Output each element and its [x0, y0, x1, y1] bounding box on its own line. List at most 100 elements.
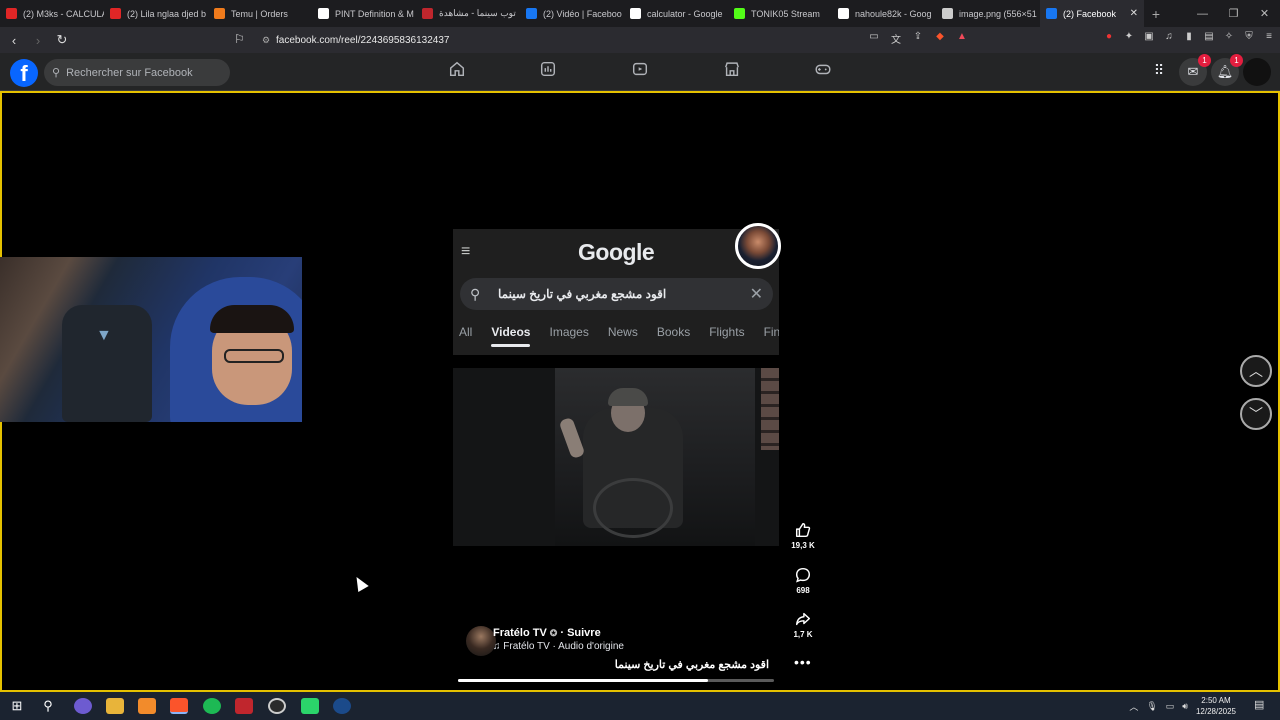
- rewards-icon[interactable]: ▲: [954, 31, 970, 46]
- kick-icon[interactable]: [301, 698, 319, 714]
- video-progress-bar[interactable]: [458, 679, 774, 682]
- obs-icon[interactable]: [74, 698, 92, 714]
- volume-icon[interactable]: 🔊︎: [1182, 701, 1188, 712]
- recorder-icon[interactable]: [268, 698, 286, 714]
- profile-avatar[interactable]: [1243, 58, 1271, 86]
- tray-chevron-icon[interactable]: ︿: [1129, 700, 1138, 713]
- nav-video-icon[interactable]: [628, 60, 652, 84]
- clock-date: 12/28/2025: [1195, 707, 1236, 716]
- spotify-icon[interactable]: [203, 698, 221, 714]
- windows-start-icon[interactable]: ⊞: [8, 698, 26, 714]
- like-count: 19,3 K: [791, 541, 815, 550]
- browser-tab[interactable]: Temu | Orders: [208, 0, 312, 27]
- translate-icon[interactable]: 文: [888, 31, 904, 46]
- browser-tab[interactable]: توب سينما - مشاهدة: [416, 0, 520, 27]
- tab-favicon-icon: [526, 8, 537, 19]
- tab-title: TONIK05 Stream: [751, 8, 820, 19]
- share-icon[interactable]: ⇪: [910, 31, 926, 46]
- browser-tab[interactable]: (2) Facebook ✕: [1040, 0, 1144, 27]
- steam-icon[interactable]: [333, 698, 351, 714]
- next-reel-button[interactable]: ﹀: [1240, 398, 1272, 430]
- tab-title: (2) Vidéo | Faceboo: [543, 8, 622, 19]
- google-avatar: [735, 223, 781, 269]
- file-explorer-icon[interactable]: [106, 698, 124, 714]
- reel-video[interactable]: ≡ Google ⚲ اقود مشجع مغربي في تاريخ سينم…: [453, 223, 781, 684]
- streamer-hair: [210, 305, 294, 333]
- minimize-icon[interactable]: —: [1187, 8, 1218, 20]
- site-info-icon[interactable]: ⚙: [256, 35, 276, 46]
- taskbar-search-icon[interactable]: ⚲: [39, 698, 57, 714]
- record-icon[interactable]: ●: [1102, 31, 1116, 47]
- media-icon[interactable]: ♫: [1162, 31, 1176, 47]
- close-tab-icon[interactable]: ✕: [1130, 8, 1138, 19]
- browser-tab[interactable]: nahoule82k - Goog: [832, 0, 936, 27]
- network-icon[interactable]: ▭: [1166, 701, 1175, 712]
- nav-watch-icon[interactable]: [536, 60, 560, 84]
- restore-icon[interactable]: ❐: [1218, 7, 1249, 20]
- browser-tab[interactable]: calculator - Google: [624, 0, 728, 27]
- browser-tab[interactable]: (2) Lila nglaa djed b: [104, 0, 208, 27]
- video-frame: [453, 368, 779, 546]
- system-clock[interactable]: 2:50 AM 12/28/2025: [1196, 695, 1236, 717]
- verified-icon: ✪: [549, 628, 558, 638]
- hamburger-icon: ≡: [461, 243, 471, 260]
- address-bar-actions: ▭ 文 ⇪ ◆ ▲: [866, 31, 970, 46]
- author-avatar[interactable]: [466, 626, 496, 656]
- messenger-icon: ✉: [1187, 64, 1199, 79]
- bookmark-icon[interactable]: ⚐: [234, 32, 248, 46]
- nav-marketplace-icon[interactable]: [720, 60, 744, 84]
- notification-center-icon[interactable]: ▤: [1254, 698, 1268, 712]
- browser-tab[interactable]: (2) Vidéo | Faceboo: [520, 0, 624, 27]
- microphone-icon[interactable]: 🎙︎: [1146, 701, 1157, 712]
- more-options-icon[interactable]: •••: [794, 654, 812, 670]
- search-icon: ⚲: [470, 285, 481, 302]
- audio-link[interactable]: ♫ Fratélo TV · Audio d'origine: [493, 641, 624, 652]
- tab-favicon-icon: [1046, 8, 1057, 19]
- facebook-logo[interactable]: f: [10, 59, 38, 87]
- url-text[interactable]: facebook.com/reel/2243695836132437: [276, 35, 449, 46]
- follow-link[interactable]: · Suivre: [560, 627, 600, 639]
- tab-favicon-icon: [214, 8, 225, 19]
- forward-icon[interactable]: ›: [28, 33, 48, 48]
- shield-icon[interactable]: ◆: [932, 31, 948, 46]
- wallet-icon[interactable]: ▤: [1202, 31, 1216, 47]
- window-controls: — ❐ ✕: [1187, 0, 1280, 27]
- share-arrow-icon: [788, 610, 818, 628]
- author-name[interactable]: Fratélo TV: [493, 627, 547, 639]
- comment-count: 698: [796, 586, 810, 595]
- brave-browser-icon[interactable]: [170, 698, 188, 714]
- video-app-icon[interactable]: [235, 698, 253, 714]
- browser-tab[interactable]: PINT Definition & M: [312, 0, 416, 27]
- facebook-search-input[interactable]: ⚲ Rechercher sur Facebook: [44, 59, 230, 86]
- google-screenshot-header: ≡ Google ⚲ اقود مشجع مغربي في تاريخ سينم…: [453, 229, 779, 355]
- bell-icon: 🔔︎: [1216, 64, 1234, 79]
- author-line: Fratélo TV ✪ · Suivre: [493, 627, 601, 639]
- notifications-button[interactable]: 🔔︎ 1: [1211, 54, 1243, 86]
- nav-home-icon[interactable]: [445, 60, 469, 84]
- messenger-badge: 1: [1198, 54, 1211, 67]
- wheelchair: [593, 478, 673, 538]
- browser-tab[interactable]: TONIK05 Stream: [728, 0, 832, 27]
- back-icon[interactable]: ‹: [4, 33, 24, 48]
- share-button[interactable]: 1,7 K: [788, 610, 818, 639]
- browser-tab[interactable]: image.png (556×51: [936, 0, 1040, 27]
- cast-icon[interactable]: ▭: [866, 31, 882, 46]
- messenger-button[interactable]: ✉ 1: [1179, 54, 1211, 86]
- new-tab-button[interactable]: +: [1144, 6, 1168, 22]
- google-tab: Videos: [491, 325, 531, 347]
- like-button[interactable]: 19,3 K: [788, 521, 818, 550]
- browser-tab[interactable]: (2) M3ks - CALCULA: [0, 0, 104, 27]
- comment-button[interactable]: 698: [788, 566, 818, 595]
- leo-icon[interactable]: ✧: [1222, 31, 1236, 47]
- vpn-icon[interactable]: ⛨: [1242, 31, 1256, 47]
- reload-icon[interactable]: ↻: [52, 32, 72, 48]
- close-window-icon[interactable]: ✕: [1249, 7, 1280, 20]
- previous-reel-button[interactable]: ︿: [1240, 355, 1272, 387]
- menu-icon[interactable]: ≡: [1262, 31, 1276, 47]
- nav-gaming-icon[interactable]: [811, 60, 835, 84]
- extensions-icon[interactable]: ✦: [1122, 31, 1136, 47]
- sidebar-icon[interactable]: ▮: [1182, 31, 1196, 47]
- screenshot-icon[interactable]: ▣: [1142, 31, 1156, 47]
- menu-grid-icon[interactable]: ⠿: [1148, 62, 1170, 84]
- app-icon[interactable]: [138, 698, 156, 714]
